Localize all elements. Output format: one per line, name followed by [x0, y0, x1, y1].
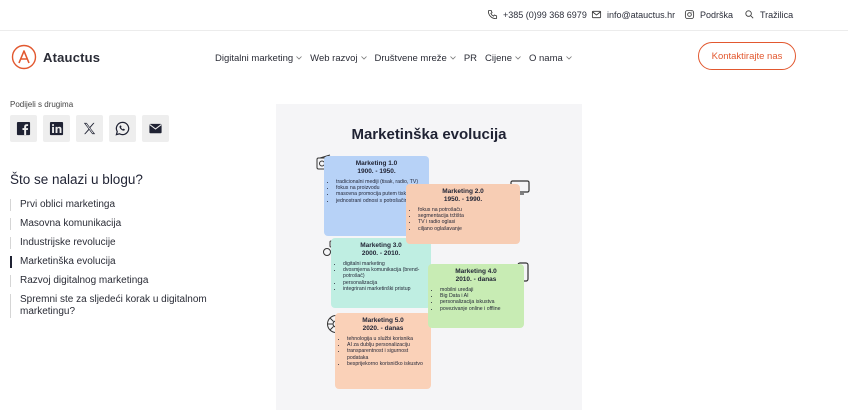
share-x-button[interactable] — [76, 115, 103, 142]
logo-icon — [11, 44, 37, 70]
card-period: 2010. - danas — [455, 275, 497, 283]
marketing-3-card: Marketing 3.0 2000. - 2010. digitalni ma… — [331, 238, 431, 308]
card-name: Marketing 4.0 — [455, 268, 497, 275]
nav-label: Cijene — [485, 52, 512, 64]
support-link[interactable]: Podrška — [684, 9, 733, 20]
card-name: Marketing 1.0 — [355, 160, 398, 167]
search-icon — [745, 10, 754, 19]
nav-digitalni-marketing[interactable]: Digitalni marketing — [215, 53, 302, 64]
nav-pr[interactable]: PR — [464, 53, 477, 64]
facebook-icon — [16, 121, 31, 136]
phone-icon — [487, 9, 498, 20]
search-text: Tražilica — [760, 9, 794, 20]
nav-o-nama[interactable]: O nama — [529, 53, 572, 64]
card-period: 1900. - 1950. — [357, 167, 396, 175]
chevron-down-icon — [450, 56, 456, 60]
header-divider — [0, 30, 848, 31]
marketing-4-card: Marketing 4.0 2010. - danas mobilni uređ… — [428, 264, 524, 328]
share-linkedin-button[interactable] — [43, 115, 70, 142]
chevron-down-icon — [360, 56, 367, 60]
infographic: Marketinška evolucija Marketing 1.0 1900… — [276, 104, 582, 410]
support-text: Podrška — [700, 9, 734, 20]
share-facebook-button[interactable] — [10, 115, 37, 142]
card-period: 2000. - 2010. — [361, 249, 401, 257]
top-utility-bar: +385 (0)99 368 6979 info@atauctus.hr Pod… — [0, 0, 848, 30]
brand-name: Atauctus — [43, 49, 101, 65]
main-nav: Digitalni marketing Web razvoj Društvene… — [215, 51, 580, 65]
infographic-title: Marketinška evolucija — [351, 126, 507, 143]
nav-drustvene-mreze[interactable]: Društvene mreže — [375, 53, 456, 64]
card-point: povezivanje online i offline — [440, 306, 520, 312]
nav-label: Digitalni marketing — [215, 52, 294, 64]
whatsapp-icon — [115, 121, 130, 136]
chevron-down-icon — [515, 56, 521, 60]
toc-item-active[interactable]: Marketinška evolucija — [10, 256, 240, 268]
nav-label: Web razvoj — [310, 52, 358, 64]
phone-text: +385 (0)99 368 6979 — [503, 9, 587, 20]
x-icon — [83, 122, 96, 135]
card-name: Marketing 5.0 — [362, 317, 404, 324]
toc-list: Prvi oblici marketinga Masovna komunikac… — [10, 199, 240, 318]
marketing-5-card: Marketing 5.0 2020. - danas tehnologija … — [335, 313, 431, 389]
mail-icon — [149, 123, 162, 134]
card-point: ciljano oglašavanje — [418, 226, 516, 232]
nav-cijene[interactable]: Cijene — [485, 53, 521, 64]
toc-title: Što se nalazi u blogu? — [10, 172, 143, 187]
card-period: 2020. - danas — [362, 324, 404, 332]
search-link[interactable]: Tražilica — [744, 9, 793, 20]
nav-web-razvoj[interactable]: Web razvoj — [310, 52, 367, 64]
card-point: dvosmjerna komunikacija (brend-potrošač) — [343, 267, 427, 279]
linkedin-icon — [49, 121, 64, 136]
toc-item[interactable]: Prvi oblici marketinga — [10, 199, 240, 211]
share-whatsapp-button[interactable] — [109, 115, 136, 142]
brand-logo[interactable]: Atauctus — [11, 44, 100, 70]
card-name: Marketing 2.0 — [442, 188, 484, 195]
contact-button[interactable]: Kontaktirajte nas — [698, 42, 796, 70]
card-point: besprijekorno korisničko iskustvo — [347, 361, 427, 367]
mail-icon — [591, 10, 602, 19]
nav-label: PR — [463, 52, 478, 64]
instagram-icon — [684, 9, 695, 20]
chevron-down-icon — [565, 56, 572, 60]
card-point: integrirani marketinški pristup — [343, 286, 427, 292]
toc-item[interactable]: Masovna komunikacija — [10, 218, 240, 230]
share-buttons — [10, 115, 169, 142]
card-period: 1950. - 1990. — [443, 195, 483, 203]
phone-link[interactable]: +385 (0)99 368 6979 — [487, 9, 587, 20]
nav-label: O nama — [528, 52, 563, 64]
card-point: transparentnost i sigurnost podataka — [347, 348, 427, 360]
toc-item[interactable]: Razvoj digitalnog marketinga — [10, 275, 240, 287]
nav-label: Društvene mreže — [374, 52, 447, 64]
email-text: info@atauctus.hr — [607, 9, 676, 20]
share-label: Podijeli s drugima — [10, 100, 74, 109]
email-link[interactable]: info@atauctus.hr — [591, 9, 675, 20]
toc-item[interactable]: Industrijske revolucije — [10, 237, 240, 249]
marketing-2-card: Marketing 2.0 1950. - 1990. fokus na pot… — [406, 184, 520, 244]
share-mail-button[interactable] — [142, 115, 169, 142]
chevron-down-icon — [296, 56, 302, 60]
toc-item[interactable]: Spremni ste za sljedeći korak u digitaln… — [10, 294, 228, 318]
